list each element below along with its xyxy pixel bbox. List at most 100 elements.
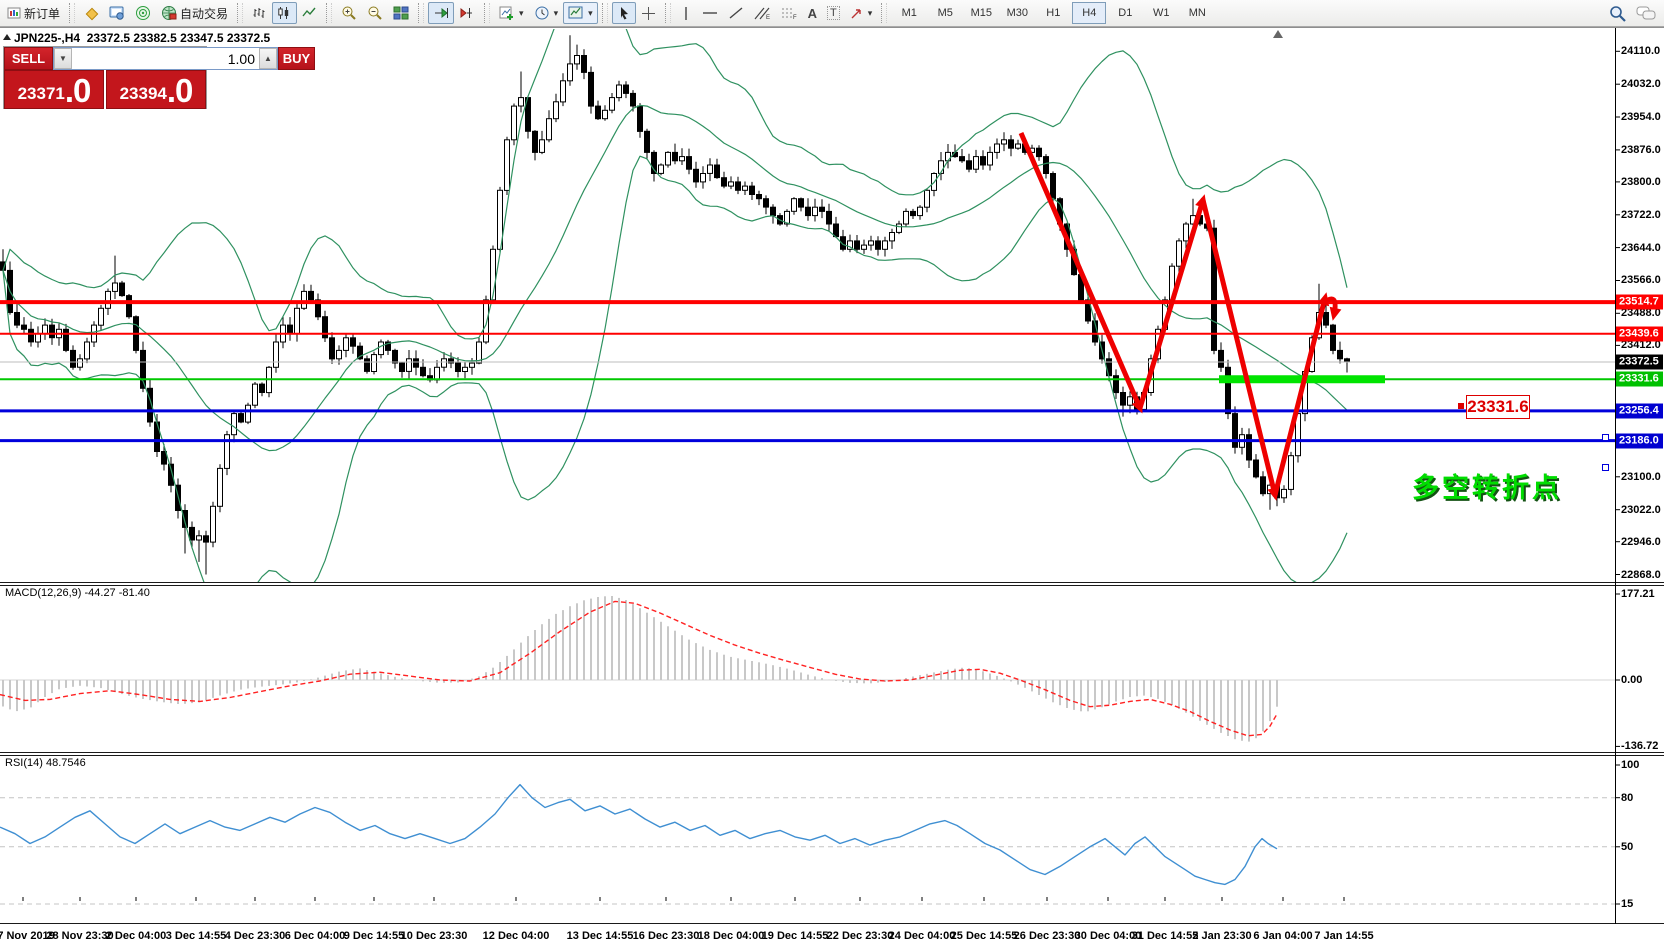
macd-tick-label: -136.72 [1621,740,1658,752]
toolbar-grip [484,3,490,23]
price-line-badge: 23514.7 [1616,295,1663,310]
chat-icon[interactable] [1636,5,1656,21]
timeframe-m5-button[interactable]: M5 [928,2,962,24]
svg-text:E: E [766,15,770,20]
time-tick-label: 10 Dec 23:30 [401,930,468,942]
timeframe-m30-button[interactable]: M30 [1000,2,1034,24]
trendline-tool-button[interactable] [723,2,749,24]
fibonacci-tool-button[interactable]: F [776,2,803,24]
crosshair-tool-button[interactable] [636,2,661,24]
support-line-2-handle[interactable] [1602,464,1609,471]
navigator-button[interactable] [130,2,156,24]
price-tick-label: 24110.0 [1621,45,1660,57]
price-line-badge: 23372.5 [1616,355,1663,370]
bar-chart-button[interactable] [247,2,272,24]
collapse-marker-icon[interactable] [3,34,11,40]
channel-tool-button[interactable]: E [749,2,776,24]
turning-point-annotation[interactable]: 多空转折点 [1412,466,1562,505]
price-line-badge: 23256.4 [1616,403,1663,418]
buy-price-main: 23394 [120,81,167,107]
arrows-tool-button[interactable]: ▾ [845,2,878,24]
rsi-tick-label: 100 [1621,759,1639,771]
price-tick-label: 23644.0 [1621,242,1661,254]
price-annotation-label[interactable]: 23331.6 [1466,395,1530,419]
buy-price-display[interactable]: 23394.0 [106,70,206,109]
indicators-button[interactable]: ▾ [494,2,529,24]
volume-increase-button[interactable]: ▲ [259,48,277,69]
timeframe-d1-button[interactable]: D1 [1108,2,1142,24]
time-tick-label: 26 Dec 23:30 [1014,930,1081,942]
time-tick-label: 16 Dec 23:30 [633,930,700,942]
chevron-down-icon: ▾ [554,8,559,19]
price-tick-label: 22868.0 [1621,569,1661,581]
chart-shift-button[interactable] [454,2,480,24]
profile-button[interactable] [79,2,104,24]
auto-trading-icon [161,5,177,21]
time-axis[interactable]: 27 Nov 201928 Nov 23:302 Dec 04:003 Dec … [0,924,1664,946]
cursor-tool-button[interactable] [612,2,636,24]
time-tick-label: 4 Dec 23:30 [225,930,286,942]
macd-panel-divider[interactable] [0,582,1664,586]
volume-decrease-button[interactable]: ▼ [54,48,72,69]
sell-price-display[interactable]: 23371.0 [4,70,104,109]
volume-input[interactable] [72,48,259,69]
timeframe-group: M1M5M15M30H1H4D1W1MN [891,2,1215,24]
timeframe-mn-button[interactable]: MN [1180,2,1214,24]
text-tool-button[interactable]: A [803,2,822,24]
price-tick-label: 23722.0 [1621,209,1661,221]
crosshair-icon [641,6,656,21]
macd-tick-label: 177.21 [1621,588,1655,600]
rsi-tick-label: 80 [1621,792,1633,804]
tile-windows-button[interactable] [388,2,414,24]
time-tick-label: 2 Dec 04:00 [106,930,167,942]
timeframe-w1-button[interactable]: W1 [1144,2,1178,24]
fibonacci-icon: F [781,6,798,20]
hline-tool-button[interactable] [697,2,723,24]
templates-button[interactable]: ▾ [563,2,598,24]
line-chart-button[interactable] [297,2,322,24]
sell-button[interactable]: SELL [4,47,53,70]
rsi-name: RSI(14) [5,757,43,769]
timeframe-h1-button[interactable]: H1 [1036,2,1070,24]
new-order-label: 新订单 [24,5,60,22]
support-line-1-handle[interactable] [1602,434,1609,441]
new-order-icon [7,6,21,20]
candlestick-chart-button[interactable] [272,2,297,24]
chart-shift-marker[interactable] [1273,30,1283,38]
new-order-button[interactable]: 新订单 [2,2,65,24]
zoom-in-button[interactable] [336,2,362,24]
rsi-layer [0,785,1615,904]
auto-trading-button[interactable]: 自动交易 [156,2,233,24]
buy-button[interactable]: BUY [278,47,315,70]
timeframe-m15-button[interactable]: M15 [964,2,998,24]
auto-scroll-button[interactable] [428,2,454,24]
time-tick-label: 25 Dec 14:55 [951,930,1018,942]
pivot-line-handle[interactable] [1458,403,1464,409]
time-tick-label: 7 Jan 14:55 [1314,930,1373,942]
macd-indicator-label: MACD(12,26,9) -44.27 -81.40 [5,587,150,599]
text-label-tool-button[interactable]: T [822,2,845,24]
zoom-out-button[interactable] [362,2,388,24]
bar-chart-icon [252,6,267,20]
cursor-icon [617,6,631,21]
chart-title: JPN225-,H4 23372.5 23382.5 23347.5 23372… [14,31,270,45]
rsi-panel-divider[interactable] [0,752,1664,756]
sell-price-main: 23371 [18,81,65,107]
zoom-out-icon [367,5,383,21]
periods-button[interactable]: ▾ [529,2,564,24]
time-tick-label: 28 Nov 23:30 [46,930,113,942]
volume-control: ▼ ▲ [53,47,278,70]
timeframe-h4-button[interactable]: H4 [1072,2,1106,24]
price-tick-label: 23800.0 [1621,176,1661,188]
market-watch-button[interactable] [104,2,130,24]
rsi-tick-label: 15 [1621,898,1633,910]
time-tick-label: 13 Dec 14:55 [567,930,634,942]
vline-tool-button[interactable] [675,2,697,24]
search-icon[interactable] [1609,5,1626,22]
toolbar-right [1609,5,1664,22]
horizontal-line-icon [702,7,718,19]
time-tick-label: 24 Dec 04:00 [889,930,956,942]
template-icon [568,6,584,20]
time-tick-label: 12 Dec 04:00 [483,930,550,942]
timeframe-m1-button[interactable]: M1 [892,2,926,24]
